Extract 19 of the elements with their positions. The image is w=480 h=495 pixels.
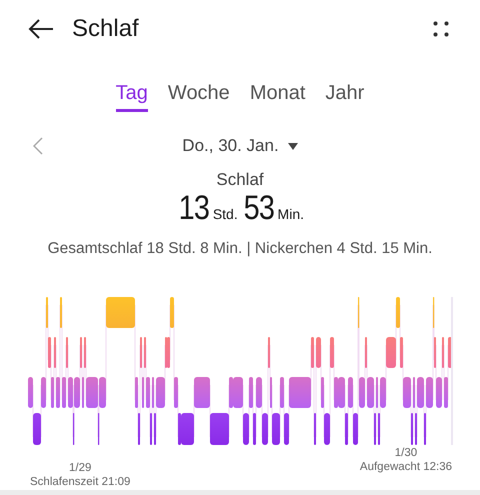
period-tab[interactable]: Tag bbox=[116, 80, 148, 112]
period-tab[interactable]: Jahr bbox=[325, 80, 364, 112]
page-title: Schlaf bbox=[72, 14, 139, 44]
start-date-label: 1/29 bbox=[68, 461, 92, 475]
more-options-icon[interactable] bbox=[433, 21, 449, 37]
minutes-unit: Min. bbox=[278, 205, 304, 224]
sleep-details-text: Gesamtschlaf 18 Std. 8 Min. | Nickerchen 4 Std. 15 Min. bbox=[48, 239, 432, 259]
bedtime-label: Schlafenszeit 21:09 bbox=[30, 475, 130, 489]
summary-label: Schlaf bbox=[216, 170, 264, 190]
period-tab[interactable]: Woche bbox=[168, 80, 230, 112]
end-date-label: 1/30 bbox=[394, 446, 418, 460]
back-arrow-icon[interactable] bbox=[28, 19, 54, 39]
minutes-value: 53 bbox=[243, 190, 274, 226]
dropdown-caret-icon[interactable] bbox=[288, 142, 298, 150]
wake-time-label: Aufgewacht 12:36 bbox=[360, 460, 452, 474]
hours-unit: Std. bbox=[212, 205, 238, 224]
period-tab[interactable]: Monat bbox=[250, 80, 306, 112]
hours-value: 13 bbox=[178, 190, 210, 226]
date-label[interactable]: Do., 30. Jan. bbox=[182, 133, 279, 159]
